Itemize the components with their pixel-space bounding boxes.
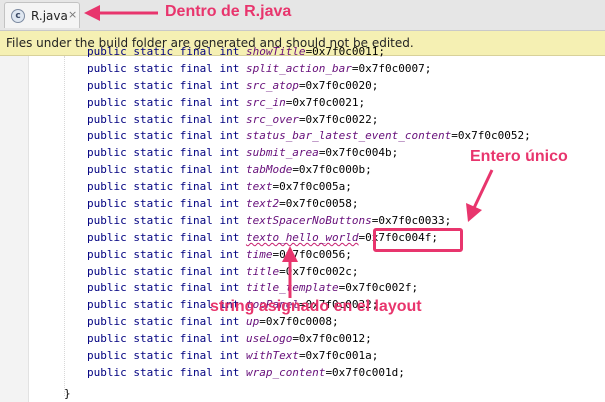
annotation-arrows [84, 5, 494, 298]
annotation-inside-file: Dentro de R.java [165, 3, 292, 20]
arrow-to-int [472, 169, 494, 209]
arrowhead-to-field [282, 246, 298, 262]
annotation-unique-int: Entero único [470, 148, 568, 165]
arrowhead-to-tab [84, 5, 100, 21]
annotation-layout-string: string asignado en el layout [210, 298, 422, 315]
